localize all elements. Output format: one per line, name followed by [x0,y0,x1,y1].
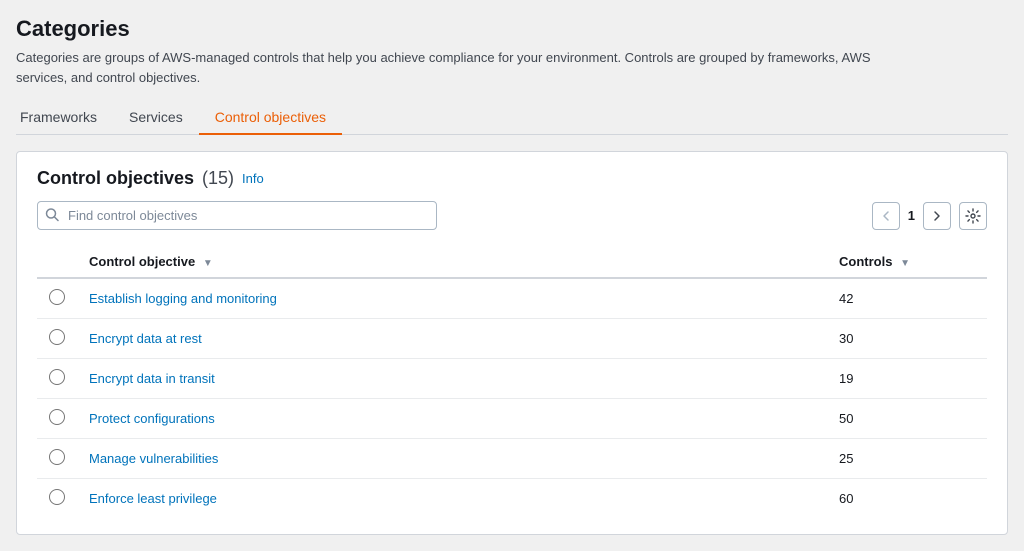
objective-link-3[interactable]: Protect configurations [89,411,215,426]
search-input[interactable] [37,201,437,230]
row-objective-cell-3: Protect configurations [77,399,827,439]
objective-link-1[interactable]: Encrypt data at rest [89,331,202,346]
table-row: Protect configurations 50 [37,399,987,439]
tab-services[interactable]: Services [113,101,199,135]
row-radio-3[interactable] [49,409,65,425]
row-radio-5[interactable] [49,489,65,505]
row-objective-cell-4: Manage vulnerabilities [77,439,827,479]
row-radio-cell [37,319,77,359]
pagination-controls: 1 [872,202,987,230]
row-radio-cell [37,439,77,479]
row-objective-cell-5: Enforce least privilege [77,479,827,519]
row-objective-cell-0: Establish logging and monitoring [77,278,827,319]
row-controls-cell-5: 60 [827,479,987,519]
objective-link-4[interactable]: Manage vulnerabilities [89,451,218,466]
tab-frameworks[interactable]: Frameworks [16,101,113,135]
row-controls-cell-2: 19 [827,359,987,399]
table-row: Establish logging and monitoring 42 [37,278,987,319]
row-radio-2[interactable] [49,369,65,385]
panel-title: Control objectives [37,168,194,189]
objective-link-2[interactable]: Encrypt data in transit [89,371,215,386]
next-page-button[interactable] [923,202,951,230]
row-radio-0[interactable] [49,289,65,305]
row-objective-cell-2: Encrypt data in transit [77,359,827,399]
row-objective-cell-1: Encrypt data at rest [77,319,827,359]
row-radio-1[interactable] [49,329,65,345]
page-header: Categories Categories are groups of AWS-… [16,16,1008,87]
page-wrapper: Categories Categories are groups of AWS-… [0,0,1024,551]
table-row: Manage vulnerabilities 25 [37,439,987,479]
objective-link-0[interactable]: Establish logging and monitoring [89,291,277,306]
main-panel: Control objectives (15) Info [16,151,1008,535]
content-area: Control objectives (15) Info [16,135,1008,551]
row-radio-cell [37,479,77,519]
panel-header: Control objectives (15) Info [37,168,987,189]
tab-control-objectives[interactable]: Control objectives [199,101,342,135]
table-row: Enforce least privilege 60 [37,479,987,519]
table-row: Encrypt data in transit 19 [37,359,987,399]
objective-sort-icon: ▼ [203,258,213,269]
table-row: Encrypt data at rest 30 [37,319,987,359]
table-settings-button[interactable] [959,202,987,230]
controls-sort-icon: ▼ [900,258,910,269]
page-title: Categories [16,16,1008,42]
page-number: 1 [904,208,919,223]
row-controls-cell-0: 42 [827,278,987,319]
control-objectives-table: Control objective ▼ Controls ▼ Establish… [37,246,987,518]
row-radio-4[interactable] [49,449,65,465]
th-radio [37,246,77,278]
page-description: Categories are groups of AWS-managed con… [16,48,916,87]
th-controls[interactable]: Controls ▼ [827,246,987,278]
panel-count: (15) [202,168,234,189]
search-wrapper [37,201,437,230]
row-controls-cell-3: 50 [827,399,987,439]
row-radio-cell [37,278,77,319]
row-radio-cell [37,359,77,399]
th-objective[interactable]: Control objective ▼ [77,246,827,278]
row-controls-cell-1: 30 [827,319,987,359]
info-link[interactable]: Info [242,171,264,186]
search-row: 1 [37,201,987,230]
tabs-bar: Frameworks Services Control objectives [16,101,1008,135]
prev-page-button[interactable] [872,202,900,230]
row-radio-cell [37,399,77,439]
table-header-row: Control objective ▼ Controls ▼ [37,246,987,278]
objective-link-5[interactable]: Enforce least privilege [89,491,217,506]
row-controls-cell-4: 25 [827,439,987,479]
